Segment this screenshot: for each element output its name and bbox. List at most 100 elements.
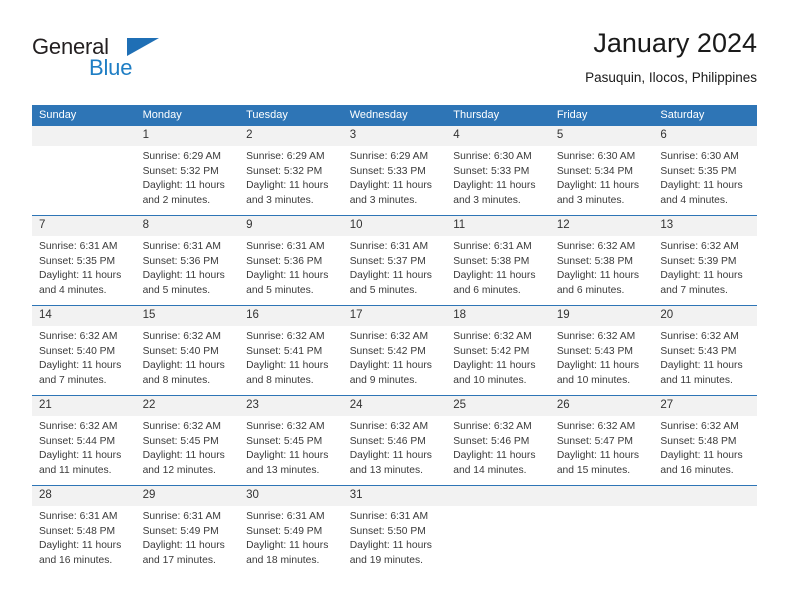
day-number: 24 bbox=[342, 396, 447, 416]
calendar-page: General Blue January 2024 Pasuquin, Iloc… bbox=[0, 0, 792, 612]
calendar-day-cell[interactable]: 10 Sunrise: 6:31 AM Sunset: 5:37 PM Dayligh… bbox=[342, 215, 447, 306]
calendar-day-cell[interactable]: 17 Sunrise: 6:32 AM Sunset: 5:42 PM Dayligh… bbox=[342, 305, 447, 396]
sunrise-text: Sunrise: 6:32 AM bbox=[453, 331, 532, 342]
calendar-day-cell[interactable]: 22 Sunrise: 6:32 AM Sunset: 5:45 PM Dayligh… bbox=[135, 395, 240, 486]
day-details: Sunrise: 6:32 AM Sunset: 5:42 PM Daylight:… bbox=[446, 326, 550, 388]
calendar-day-cell[interactable]: 12 Sunrise: 6:32 AM Sunset: 5:38 PM Dayligh… bbox=[549, 215, 654, 306]
day-number: 9 bbox=[239, 216, 343, 236]
daylight-text-line2: and 14 minutes. bbox=[453, 464, 527, 476]
calendar-day-cell[interactable]: 25 Sunrise: 6:32 AM Sunset: 5:46 PM Dayligh… bbox=[446, 395, 550, 486]
calendar-day-cell[interactable]: 5 Sunrise: 6:30 AM Sunset: 5:34 PM Daylight… bbox=[549, 126, 654, 216]
calendar-day-cell[interactable]: 2 Sunrise: 6:29 AM Sunset: 5:32 PM Daylight… bbox=[239, 126, 343, 216]
daylight-text-line2: and 5 minutes. bbox=[142, 284, 211, 296]
calendar-week-row: 1 Sunrise: 6:29 AM Sunset: 5:32 PM Daylight… bbox=[32, 126, 757, 216]
calendar-day-cell[interactable]: 9 Sunrise: 6:31 AM Sunset: 5:36 PM Daylight… bbox=[239, 215, 343, 306]
sunset-text: Sunset: 5:48 PM bbox=[39, 525, 116, 537]
daylight-text-line1: Daylight: 11 hours bbox=[39, 360, 122, 372]
day-number: 12 bbox=[549, 216, 654, 236]
sunrise-text: Sunrise: 6:32 AM bbox=[246, 331, 325, 342]
day-details: Sunrise: 6:32 AM Sunset: 5:43 PM Daylight:… bbox=[653, 326, 757, 388]
calendar-day-cell[interactable]: 13 Sunrise: 6:32 AM Sunset: 5:39 PM Dayligh… bbox=[653, 215, 757, 306]
calendar-day-cell[interactable]: 6 Sunrise: 6:30 AM Sunset: 5:35 PM Daylight… bbox=[653, 126, 757, 216]
daylight-text-line2: and 16 minutes. bbox=[660, 464, 734, 476]
daylight-text-line1: Daylight: 11 hours bbox=[453, 180, 536, 192]
daylight-text-line2: and 4 minutes. bbox=[39, 284, 107, 296]
daylight-text-line1: Daylight: 11 hours bbox=[39, 450, 122, 462]
daylight-text-line1: Daylight: 11 hours bbox=[453, 360, 536, 372]
calendar-day-cell[interactable]: 23 Sunrise: 6:32 AM Sunset: 5:45 PM Dayligh… bbox=[239, 395, 343, 486]
daylight-text-line1: Daylight: 11 hours bbox=[349, 540, 432, 552]
sunrise-text: Sunrise: 6:31 AM bbox=[142, 241, 221, 252]
calendar-day-cell[interactable]: 15 Sunrise: 6:32 AM Sunset: 5:40 PM Dayligh… bbox=[135, 305, 240, 396]
day-number: 11 bbox=[446, 216, 550, 236]
daylight-text-line1: Daylight: 11 hours bbox=[142, 180, 225, 192]
sunrise-text: Sunrise: 6:31 AM bbox=[39, 511, 118, 522]
calendar-day-cell[interactable]: 26 Sunrise: 6:32 AM Sunset: 5:47 PM Dayligh… bbox=[549, 395, 654, 486]
calendar-day-cell[interactable]: 16 Sunrise: 6:32 AM Sunset: 5:41 PM Dayligh… bbox=[239, 305, 343, 396]
day-number bbox=[446, 486, 550, 506]
calendar-day-cell[interactable]: 19 Sunrise: 6:32 AM Sunset: 5:43 PM Dayligh… bbox=[549, 305, 654, 396]
day-details: Sunrise: 6:32 AM Sunset: 5:47 PM Daylight:… bbox=[550, 416, 654, 478]
weekday-header-saturday: Saturday bbox=[653, 105, 757, 126]
day-details: Sunrise: 6:32 AM Sunset: 5:45 PM Daylight:… bbox=[239, 416, 343, 478]
sunset-text: Sunset: 5:34 PM bbox=[556, 165, 633, 177]
daylight-text-line2: and 11 minutes. bbox=[39, 464, 112, 476]
weekday-header-tuesday: Tuesday bbox=[239, 105, 343, 126]
sunrise-text: Sunrise: 6:29 AM bbox=[246, 151, 325, 162]
day-details: Sunrise: 6:30 AM Sunset: 5:33 PM Daylight:… bbox=[446, 146, 550, 208]
calendar-week-row: 14 Sunrise: 6:32 AM Sunset: 5:40 PM Dayligh… bbox=[32, 305, 757, 396]
day-details: Sunrise: 6:30 AM Sunset: 5:35 PM Daylight:… bbox=[653, 146, 757, 208]
daylight-text-line2: and 6 minutes. bbox=[453, 284, 521, 296]
calendar-day-cell[interactable]: 21 Sunrise: 6:32 AM Sunset: 5:44 PM Dayligh… bbox=[32, 395, 136, 486]
day-details: Sunrise: 6:32 AM Sunset: 5:48 PM Daylight:… bbox=[653, 416, 757, 478]
sunset-text: Sunset: 5:45 PM bbox=[142, 435, 219, 447]
sunset-text: Sunset: 5:33 PM bbox=[453, 165, 530, 177]
sunset-text: Sunset: 5:47 PM bbox=[556, 435, 633, 447]
calendar-day-cell[interactable]: 4 Sunrise: 6:30 AM Sunset: 5:33 PM Daylight… bbox=[446, 126, 550, 216]
general-blue-logo[interactable]: General Blue bbox=[32, 34, 232, 90]
calendar-day-cell[interactable]: 3 Sunrise: 6:29 AM Sunset: 5:33 PM Daylight… bbox=[342, 126, 447, 216]
daylight-text-line2: and 4 minutes. bbox=[660, 194, 728, 206]
day-number: 16 bbox=[239, 306, 343, 326]
sunrise-text: Sunrise: 6:32 AM bbox=[349, 331, 429, 342]
daylight-text-line1: Daylight: 11 hours bbox=[349, 360, 432, 372]
calendar-day-cell[interactable]: 30 Sunrise: 6:31 AM Sunset: 5:49 PM Dayligh… bbox=[239, 485, 343, 575]
daylight-text-line2: and 16 minutes. bbox=[39, 554, 113, 566]
calendar-day-cell[interactable]: 31 Sunrise: 6:31 AM Sunset: 5:50 PM Dayligh… bbox=[342, 485, 447, 575]
calendar-day-cell[interactable]: 29 Sunrise: 6:31 AM Sunset: 5:49 PM Dayligh… bbox=[135, 485, 240, 575]
daylight-text-line1: Daylight: 11 hours bbox=[453, 270, 536, 282]
calendar-day-cell[interactable]: 11 Sunrise: 6:31 AM Sunset: 5:38 PM Dayligh… bbox=[446, 215, 550, 306]
sunrise-text: Sunrise: 6:31 AM bbox=[246, 511, 325, 522]
sunrise-text: Sunrise: 6:32 AM bbox=[39, 421, 118, 432]
day-number bbox=[32, 126, 136, 146]
calendar-day-cell[interactable]: 28 Sunrise: 6:31 AM Sunset: 5:48 PM Dayligh… bbox=[32, 485, 136, 575]
day-details: Sunrise: 6:31 AM Sunset: 5:36 PM Daylight:… bbox=[239, 236, 343, 298]
calendar-day-cell[interactable]: 14 Sunrise: 6:32 AM Sunset: 5:40 PM Dayligh… bbox=[32, 305, 136, 396]
daylight-text-line1: Daylight: 11 hours bbox=[246, 450, 329, 462]
sunset-text: Sunset: 5:38 PM bbox=[453, 255, 530, 267]
day-details: Sunrise: 6:32 AM Sunset: 5:46 PM Daylight:… bbox=[343, 416, 447, 478]
sunset-text: Sunset: 5:46 PM bbox=[453, 435, 530, 447]
day-details: Sunrise: 6:29 AM Sunset: 5:32 PM Daylight:… bbox=[136, 146, 240, 208]
calendar-day-cell[interactable]: 1 Sunrise: 6:29 AM Sunset: 5:32 PM Daylight… bbox=[135, 126, 240, 216]
day-details: Sunrise: 6:32 AM Sunset: 5:45 PM Daylight:… bbox=[136, 416, 240, 478]
sunrise-text: Sunrise: 6:31 AM bbox=[349, 241, 429, 252]
sunrise-text: Sunrise: 6:30 AM bbox=[660, 151, 739, 162]
calendar-day-cell[interactable]: 20 Sunrise: 6:32 AM Sunset: 5:43 PM Dayligh… bbox=[653, 305, 757, 396]
day-number: 17 bbox=[342, 306, 447, 326]
daylight-text-line1: Daylight: 11 hours bbox=[660, 270, 743, 282]
calendar-table: Sunday Monday Tuesday Wednesday Thursday… bbox=[32, 105, 757, 575]
day-number: 21 bbox=[32, 396, 136, 416]
calendar-day-cell[interactable]: 8 Sunrise: 6:31 AM Sunset: 5:36 PM Daylight… bbox=[135, 215, 240, 306]
sunrise-text: Sunrise: 6:32 AM bbox=[39, 331, 118, 342]
day-number: 3 bbox=[342, 126, 447, 146]
calendar-day-cell[interactable]: 7 Sunrise: 6:31 AM Sunset: 5:35 PM Daylight… bbox=[32, 215, 136, 306]
day-details: Sunrise: 6:31 AM Sunset: 5:38 PM Daylight:… bbox=[446, 236, 550, 298]
calendar-day-cell[interactable]: 27 Sunrise: 6:32 AM Sunset: 5:48 PM Dayligh… bbox=[653, 395, 757, 486]
day-details: Sunrise: 6:32 AM Sunset: 5:46 PM Daylight:… bbox=[446, 416, 550, 478]
daylight-text-line1: Daylight: 11 hours bbox=[660, 180, 743, 192]
calendar-day-cell[interactable]: 18 Sunrise: 6:32 AM Sunset: 5:42 PM Dayligh… bbox=[446, 305, 550, 396]
day-number: 2 bbox=[239, 126, 343, 146]
daylight-text-line2: and 7 minutes. bbox=[660, 284, 728, 296]
calendar-day-cell[interactable]: 24 Sunrise: 6:32 AM Sunset: 5:46 PM Dayligh… bbox=[342, 395, 447, 486]
